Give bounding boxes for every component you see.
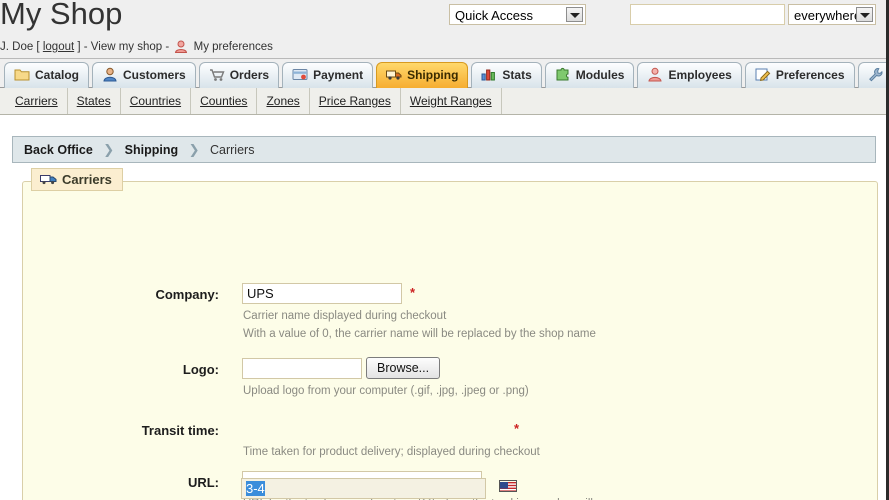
transit-time-hint: Time taken for product delivery; display… (243, 446, 540, 458)
company-hint-line-2: With a value of 0, the carrier name will… (243, 328, 596, 340)
breadcrumb-section[interactable]: Shipping (125, 143, 178, 157)
chevron-down-icon[interactable] (566, 7, 583, 22)
folder-icon (14, 66, 30, 81)
tab-label: Payment (313, 68, 364, 82)
tab-stats[interactable]: Stats (471, 62, 542, 88)
tab-orders[interactable]: Orders (198, 62, 280, 88)
search-scope-dropdown[interactable]: everywhere (788, 4, 876, 30)
search-scope-label: everywhere (794, 8, 862, 23)
logo-label: Logo: (182, 362, 219, 377)
tab-customers[interactable]: Customers (92, 62, 196, 88)
chart-icon (481, 66, 497, 81)
tab-label: Shipping (407, 68, 459, 82)
tab-label: Employees (668, 68, 732, 82)
quick-access-label: Quick Access (455, 8, 534, 23)
payment-icon (292, 66, 308, 81)
chevron-down-icon[interactable] (856, 7, 873, 22)
panel-legend: Carriers (31, 168, 123, 191)
transit-time-input[interactable]: 3-4 (241, 478, 486, 499)
tab-shipping[interactable]: Shipping (376, 62, 469, 88)
shipping-subnav: Carriers States Countries Counties Zones… (0, 88, 886, 115)
search-input[interactable] (630, 4, 785, 25)
wrench-icon (868, 66, 884, 82)
tab-payment[interactable]: Payment (282, 62, 374, 88)
transit-time-required-marker: * (514, 421, 520, 436)
tab-label: Stats (502, 68, 532, 82)
transit-time-selected-text: 3-4 (246, 481, 265, 496)
breadcrumb-current: Carriers (210, 143, 255, 157)
company-hint-line-1: Carrier name displayed during checkout (243, 310, 447, 322)
logo-hint: Upload logo from your computer (.gif, .j… (243, 385, 529, 397)
us-flag-icon (499, 480, 517, 492)
tab-label: Preferences (775, 68, 845, 82)
page-header: My Shop J. Doe [ logout ] - View my shop… (0, 0, 886, 59)
breadcrumb: Back Office ❯ Shipping ❯ Carriers (12, 136, 876, 163)
logo-browse-button[interactable]: Browse... (366, 357, 441, 379)
subnav-item-weight-ranges[interactable]: Weight Ranges (401, 88, 502, 114)
company-required-marker: * (410, 285, 416, 300)
tab-label: Modules (575, 68, 625, 82)
logo-file-input[interactable] (242, 358, 362, 379)
cart-icon (209, 66, 225, 81)
chevron-right-icon: ❯ (103, 142, 115, 157)
puzzle-icon (555, 66, 571, 81)
my-preferences-link[interactable]: My preferences (194, 41, 273, 53)
customer-icon (102, 66, 118, 82)
user-icon (174, 40, 188, 53)
user-info-bar: J. Doe [ logout ] - View my shop - My pr… (0, 40, 273, 53)
breadcrumb-root[interactable]: Back Office (24, 143, 93, 157)
content-area: Back Office ❯ Shipping ❯ Carriers Carrie… (0, 115, 886, 500)
chevron-right-icon: ❯ (188, 142, 200, 157)
tab-tools[interactable]: Tools (857, 62, 886, 88)
subnav-item-zones[interactable]: Zones (257, 88, 310, 114)
view-shop-text: ] - View my shop - (77, 41, 173, 53)
quick-access-dropdown[interactable]: Quick Access (449, 4, 586, 30)
logout-link[interactable]: logout (43, 41, 74, 53)
transit-time-label: Transit time: (141, 423, 219, 438)
carriers-form-panel: Carriers Company: * Carrier name display… (22, 168, 878, 500)
tab-employees[interactable]: Employees (637, 62, 742, 88)
url-label: URL: (187, 475, 219, 490)
main-navigation-tabs: Catalog Customers Orders Payment Shippin… (0, 59, 886, 88)
truck-icon (386, 66, 402, 81)
truck-icon (40, 171, 57, 185)
tab-label: Orders (229, 68, 270, 82)
tab-label: Customers (123, 68, 186, 82)
company-label: Company: (155, 287, 219, 302)
subnav-item-counties[interactable]: Counties (191, 88, 258, 114)
user-name-prefix: J. Doe [ (0, 41, 40, 53)
tab-modules[interactable]: Modules (544, 62, 635, 88)
tab-preferences[interactable]: Preferences (744, 62, 855, 88)
subnav-item-price-ranges[interactable]: Price Ranges (310, 88, 401, 114)
application-window: My Shop J. Doe [ logout ] - View my shop… (0, 0, 889, 500)
subnav-item-carriers[interactable]: Carriers (6, 88, 68, 114)
tab-label: Catalog (35, 68, 80, 82)
employee-icon (647, 66, 663, 82)
shop-title: My Shop (0, 0, 123, 31)
panel-legend-label: Carriers (62, 172, 112, 187)
tab-catalog[interactable]: Catalog (4, 62, 90, 88)
subnav-item-countries[interactable]: Countries (121, 88, 192, 114)
subnav-item-states[interactable]: States (68, 88, 121, 114)
pencil-icon (755, 66, 771, 82)
company-input[interactable] (242, 283, 402, 304)
